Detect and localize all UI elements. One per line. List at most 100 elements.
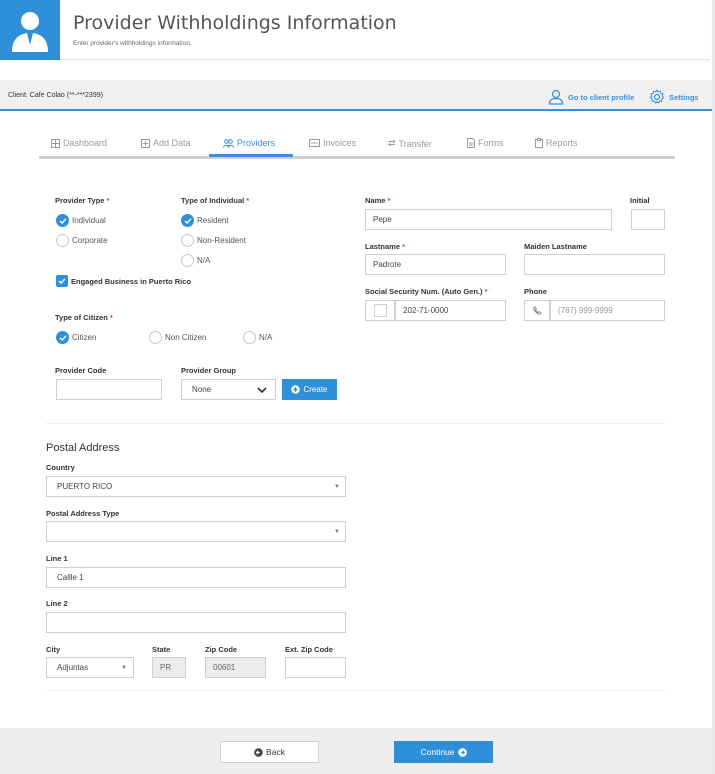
provider-code-label: Provider Code (55, 366, 107, 375)
tab-forms[interactable]: Forms (467, 138, 504, 148)
continue-label: Continue (420, 747, 455, 757)
user-icon (548, 89, 564, 105)
radio-unchecked-icon (243, 331, 256, 344)
clipboard-icon (535, 138, 543, 148)
provider-group-select[interactable]: None (181, 379, 276, 400)
radio-checked-icon (56, 214, 69, 227)
tab-invoices-label: Invoices (323, 138, 357, 148)
settings-link[interactable]: Settings (649, 89, 699, 105)
zip-code-input: 00601 (205, 657, 266, 678)
ext-zip-code-label: Ext. Zip Code (285, 645, 333, 654)
provider-group-label: Provider Group (181, 366, 237, 375)
country-value: PUERTO RICO (57, 482, 113, 491)
chevron-down-icon (257, 387, 267, 394)
individual-non-resident-label: Non-Resident (197, 236, 246, 245)
ssn-label: Social Security Num. (Auto Gen.) * (365, 287, 488, 296)
country-select[interactable]: PUERTO RICO ▼ (46, 476, 346, 497)
state-input: PR (152, 657, 186, 678)
line2-input[interactable] (46, 612, 346, 633)
tab-invoices[interactable]: Invoices (309, 138, 356, 148)
phone-input[interactable]: (787) 999-9999 (550, 300, 665, 321)
caret-down-icon: ▼ (334, 483, 340, 490)
tab-transfer[interactable]: ⇄ Transfer (388, 138, 432, 149)
line1-input[interactable]: Callle 1 (46, 567, 346, 588)
page-title: Provider Withholdings Information (73, 12, 397, 34)
footer-bar (0, 728, 712, 774)
create-provider-group-button[interactable]: Create (282, 379, 337, 400)
zip-code-label: Zip Code (205, 645, 238, 654)
tab-add-data[interactable]: Add Data (141, 138, 191, 148)
radio-checked-icon (56, 331, 69, 344)
name-input[interactable]: Pepe (365, 209, 612, 230)
back-label: Back (266, 747, 285, 757)
provider-code-input[interactable] (56, 379, 162, 400)
tab-reports[interactable]: Reports (535, 138, 578, 148)
name-label: Name * (365, 196, 391, 205)
maiden-lastname-label: Maiden Lastname (524, 242, 587, 251)
provider-type-individual-radio[interactable]: Individual (56, 214, 106, 227)
go-to-client-profile-link[interactable]: Go to client profile (548, 89, 634, 105)
initial-label: Initial (630, 196, 650, 205)
individual-na-label: N/A (197, 256, 211, 265)
citizen-na-radio[interactable]: N/A (243, 331, 272, 344)
country-label: Country (46, 463, 75, 472)
checkbox-unchecked-icon (373, 304, 387, 317)
ssn-input[interactable]: 202-71-0000 (395, 300, 506, 321)
postal-address-type-label: Postal Address Type (46, 509, 120, 518)
client-name: Client: Cafe Colao (**-***2399) (8, 92, 103, 99)
radio-unchecked-icon (181, 234, 194, 247)
non-citizen-label: Non Citizen (165, 333, 207, 342)
individual-resident-radio[interactable]: Resident (181, 214, 229, 227)
initial-input[interactable] (631, 209, 665, 230)
settings-label: Settings (669, 92, 699, 102)
tab-dashboard-label: Dashboard (63, 138, 108, 148)
invoice-icon (309, 139, 320, 147)
caret-down-icon: ▼ (121, 664, 127, 671)
type-of-citizen-label: Type of Citizen * (55, 313, 113, 322)
phone-icon-addon (524, 300, 550, 321)
arrow-left-circle-icon (254, 747, 263, 757)
citizen-label: Citizen (72, 333, 97, 342)
phone-icon (532, 306, 542, 315)
page-subtitle: Enter provider's withholdings informatio… (73, 40, 192, 47)
tab-forms-label: Forms (478, 138, 504, 148)
continue-button[interactable]: Continue (394, 741, 493, 763)
tab-dashboard[interactable]: Dashboard (51, 138, 107, 148)
type-of-individual-label: Type of Individual * (181, 196, 250, 205)
lastname-input[interactable]: Padrote (365, 254, 506, 275)
non-citizen-radio[interactable]: Non Citizen (149, 331, 206, 344)
individual-non-resident-radio[interactable]: Non-Resident (181, 234, 246, 247)
active-tab-indicator (209, 154, 293, 157)
citizen-radio[interactable]: Citizen (56, 331, 96, 344)
engaged-business-label: Engaged Business in Puerto Rico (71, 276, 192, 286)
lastname-label: Lastname * (365, 242, 406, 251)
provider-avatar-icon (0, 0, 60, 60)
provider-type-corporate-radio[interactable]: Corporate (56, 234, 108, 247)
line1-label: Line 1 (46, 554, 68, 563)
radio-unchecked-icon (181, 254, 194, 267)
dashboard-icon (51, 138, 60, 148)
postal-address-type-select[interactable]: ▼ (46, 521, 346, 542)
ssn-auto-gen-toggle[interactable] (365, 300, 395, 321)
users-icon (223, 138, 234, 148)
individual-na-radio[interactable]: N/A (181, 254, 210, 267)
tab-providers-label: Providers (237, 138, 276, 148)
back-button[interactable]: Back (220, 741, 319, 763)
ext-zip-code-input[interactable] (285, 657, 346, 678)
create-button-label: Create (303, 385, 328, 394)
section-divider (46, 423, 665, 424)
exchange-icon: ⇄ (388, 138, 396, 148)
line2-label: Line 2 (46, 599, 68, 608)
file-icon (467, 138, 475, 148)
engaged-business-checkbox[interactable]: Engaged Business in Puerto Rico (56, 275, 191, 287)
maiden-lastname-input[interactable] (524, 254, 665, 275)
city-select[interactable]: Adjuntas ▼ (46, 657, 134, 678)
plus-square-icon (141, 138, 150, 148)
main-tabs: Dashboard Add Data Providers Invoices ⇄ … (39, 131, 675, 159)
tab-providers[interactable]: Providers (223, 138, 275, 148)
section-divider (46, 690, 665, 691)
citizen-na-label: N/A (259, 333, 273, 342)
city-label: City (46, 645, 61, 654)
plus-circle-icon (291, 385, 301, 394)
checkbox-checked-icon (56, 275, 68, 287)
